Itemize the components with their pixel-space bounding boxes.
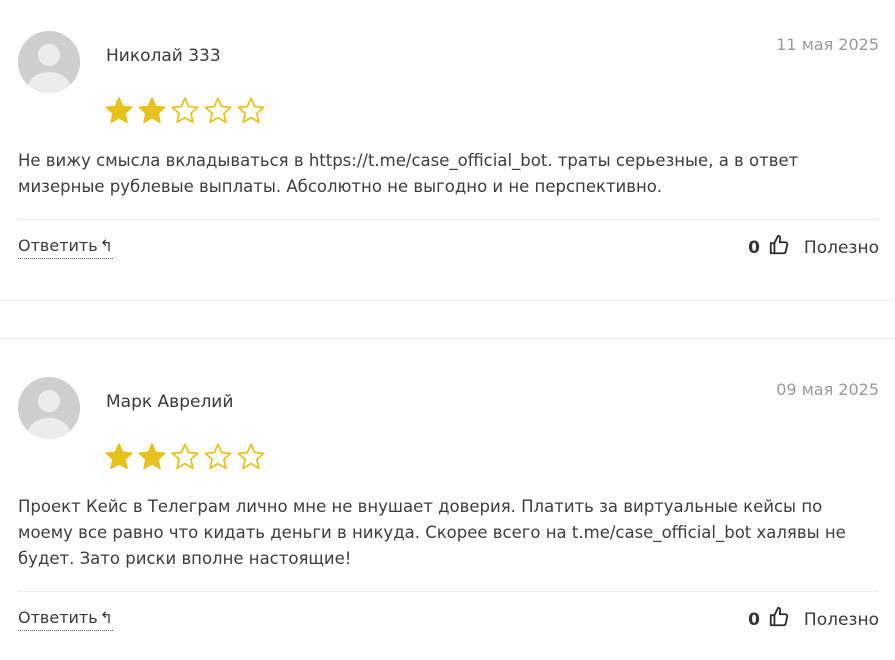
star-rating — [104, 442, 266, 472]
divider — [18, 591, 878, 592]
review-date: 09 мая 2025 — [776, 380, 879, 399]
helpful-control: 0 Полезно — [748, 606, 879, 633]
star-empty-icon — [204, 443, 232, 470]
star-filled-icon — [105, 443, 133, 470]
reply-label: Ответить — [18, 608, 98, 627]
helpful-count: 0 — [748, 609, 760, 630]
star-empty-icon — [237, 443, 265, 470]
review-card: Марк Аврелий 09 мая 2025 Проект Кейс в Т… — [0, 0, 895, 660]
star-empty-icon — [171, 443, 199, 470]
user-silhouette-icon — [18, 377, 80, 439]
helpful-button[interactable]: Полезно — [804, 610, 879, 630]
avatar — [18, 377, 80, 439]
star-filled-icon — [138, 443, 166, 470]
reply-button[interactable]: Ответить ↰ — [18, 608, 114, 631]
review-text: Проект Кейс в Телеграм лично мне не внуш… — [18, 497, 846, 568]
review-author: Марк Аврелий — [106, 392, 234, 412]
reply-arrow-icon: ↰ — [99, 608, 114, 627]
thumbs-up-icon[interactable] — [768, 606, 790, 633]
